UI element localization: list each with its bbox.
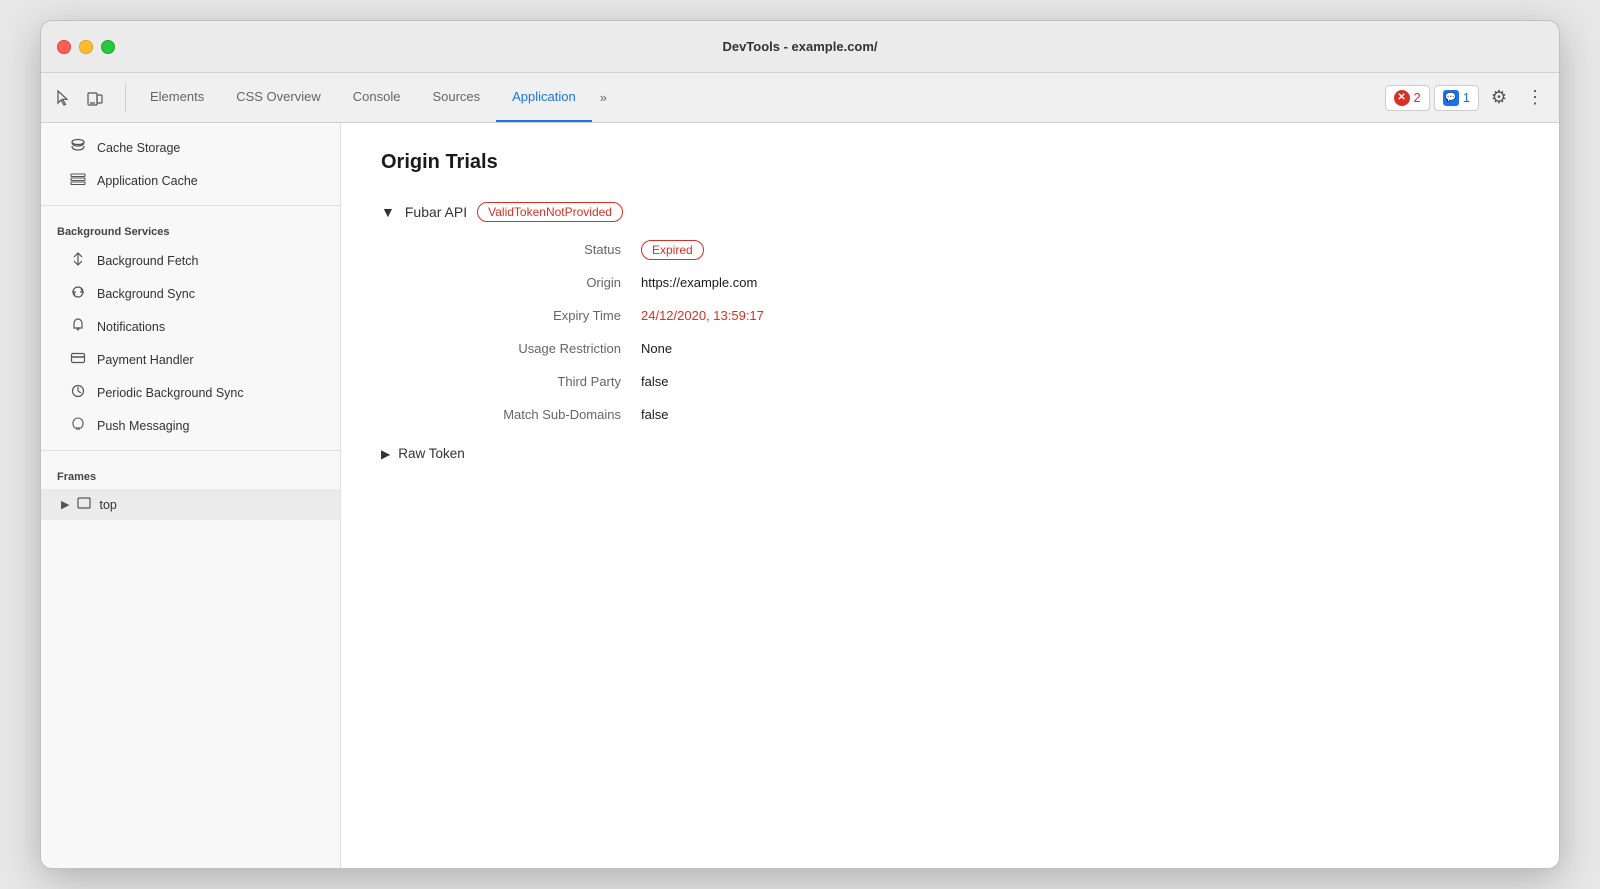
device-toolbar-button[interactable]: [81, 84, 109, 112]
sidebar-item-cache-storage[interactable]: Cache Storage: [41, 131, 340, 164]
window-title: DevTools - example.com/: [722, 39, 877, 54]
background-fetch-icon: [69, 251, 87, 270]
sidebar-item-application-cache[interactable]: Application Cache: [41, 164, 340, 197]
expired-badge: Expired: [641, 240, 704, 260]
trial-status-badge: ValidTokenNotProvided: [477, 202, 623, 222]
tab-sources[interactable]: Sources: [416, 73, 496, 122]
devtools-window: DevTools - example.com/ Elements CSS Ove: [40, 20, 1560, 869]
page-title: Origin Trials: [381, 151, 1519, 174]
status-label: Status: [421, 242, 641, 257]
more-options-button[interactable]: ⋮: [1519, 82, 1551, 114]
tab-actions: [49, 73, 109, 122]
info-badge-button[interactable]: 💬 1: [1434, 85, 1479, 111]
close-button[interactable]: [57, 40, 71, 54]
sidebar-item-background-fetch[interactable]: Background Fetch: [41, 244, 340, 277]
sidebar-item-background-sync[interactable]: Background Sync: [41, 277, 340, 310]
settings-button[interactable]: ⚙: [1483, 82, 1515, 114]
third-party-label: Third Party: [421, 374, 641, 389]
sidebar-divider-1: [41, 205, 340, 206]
raw-token-label[interactable]: Raw Token: [398, 446, 465, 461]
sidebar: Cache Storage Application Cache Backgrou…: [41, 123, 341, 868]
raw-token-row: ▶ Raw Token: [381, 446, 1519, 461]
tab-right-actions: ✕ 2 💬 1 ⚙ ⋮: [1385, 73, 1551, 122]
tab-console[interactable]: Console: [337, 73, 417, 122]
tab-elements[interactable]: Elements: [134, 73, 220, 122]
tab-separator: [125, 83, 126, 112]
sidebar-section-background-services: Background Services: [41, 214, 340, 244]
sidebar-section-frames: Frames: [41, 459, 340, 489]
frames-expand-icon: ▶: [61, 498, 69, 511]
traffic-lights: [57, 40, 115, 54]
error-badge-button[interactable]: ✕ 2: [1385, 85, 1430, 111]
sidebar-item-notifications[interactable]: Notifications: [41, 310, 340, 343]
tab-css-overview[interactable]: CSS Overview: [220, 73, 337, 122]
origin-value: https://example.com: [641, 275, 1519, 290]
cache-storage-icon: [69, 138, 87, 157]
usage-restriction-value: None: [641, 341, 1519, 356]
sidebar-divider-2: [41, 450, 340, 451]
background-sync-icon: [69, 284, 87, 303]
match-sub-domains-label: Match Sub-Domains: [421, 407, 641, 422]
titlebar: DevTools - example.com/: [41, 21, 1559, 73]
content-panel: Origin Trials ▼ Fubar API ValidTokenNotP…: [341, 123, 1559, 868]
origin-label: Origin: [421, 275, 641, 290]
status-value: Expired: [641, 242, 1519, 257]
info-icon: 💬: [1443, 90, 1459, 106]
push-messaging-icon: [69, 416, 87, 435]
payment-handler-icon: [69, 350, 87, 369]
sidebar-item-frames-top[interactable]: ▶ top: [41, 489, 340, 520]
cursor-icon: [54, 89, 72, 107]
expiry-time-label: Expiry Time: [421, 308, 641, 323]
frames-top-icon: [77, 496, 91, 513]
expiry-time-value: 24/12/2020, 13:59:17: [641, 308, 1519, 323]
minimize-button[interactable]: [79, 40, 93, 54]
raw-token-expand-toggle[interactable]: ▶: [381, 447, 390, 461]
inspect-element-button[interactable]: [49, 84, 77, 112]
tab-application[interactable]: Application: [496, 73, 592, 122]
main-area: Cache Storage Application Cache Backgrou…: [41, 123, 1559, 868]
maximize-button[interactable]: [101, 40, 115, 54]
periodic-background-sync-icon: [69, 383, 87, 402]
error-icon: ✕: [1394, 90, 1410, 106]
trial-header: ▼ Fubar API ValidTokenNotProvided: [381, 202, 1519, 222]
tabbar: Elements CSS Overview Console Sources Ap…: [41, 73, 1559, 123]
application-cache-icon: [69, 171, 87, 190]
trial-expand-toggle[interactable]: ▼: [381, 204, 395, 220]
usage-restriction-label: Usage Restriction: [421, 341, 641, 356]
sidebar-item-push-messaging[interactable]: Push Messaging: [41, 409, 340, 442]
more-tabs-button[interactable]: »: [592, 73, 615, 122]
notifications-icon: [69, 317, 87, 336]
third-party-value: false: [641, 374, 1519, 389]
trial-name: Fubar API: [405, 204, 467, 220]
device-icon: [86, 89, 104, 107]
trial-detail-table: Status Expired Origin https://example.co…: [421, 242, 1519, 422]
sidebar-item-payment-handler[interactable]: Payment Handler: [41, 343, 340, 376]
sidebar-item-periodic-background-sync[interactable]: Periodic Background Sync: [41, 376, 340, 409]
match-sub-domains-value: false: [641, 407, 1519, 422]
